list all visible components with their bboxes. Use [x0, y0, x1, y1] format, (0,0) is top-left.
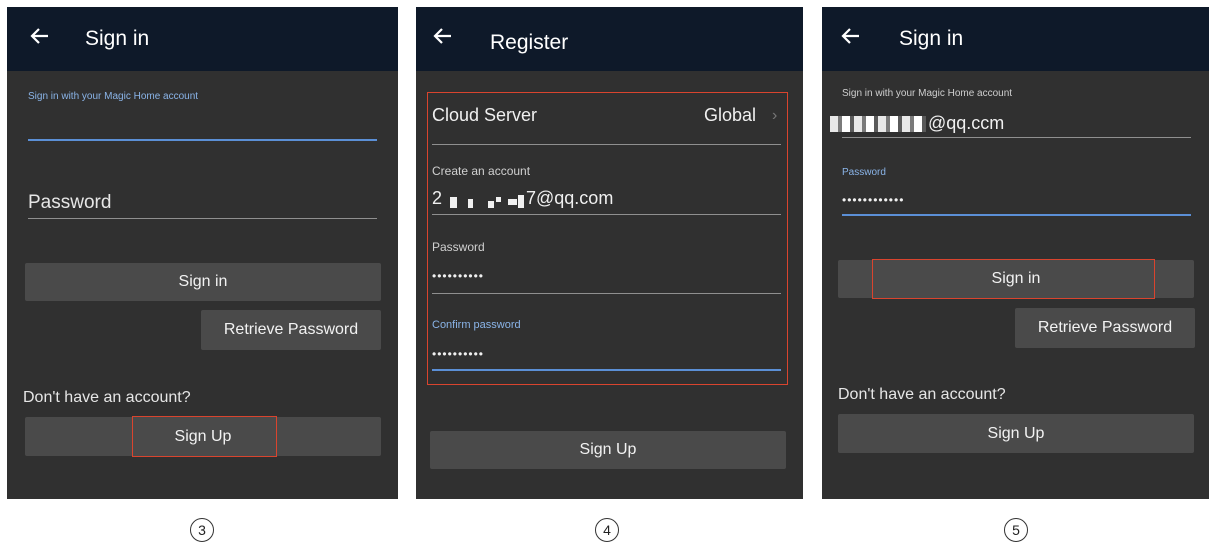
- password-input[interactable]: Password: [28, 192, 111, 214]
- confirm-password-input[interactable]: ••••••••••: [432, 347, 484, 361]
- redacted-mark: [450, 197, 457, 208]
- page-title: Register: [490, 31, 569, 54]
- app-bar: Sign in: [7, 7, 398, 71]
- account-input[interactable]: [28, 139, 377, 141]
- sign-in-screen-step5: Sign in Sign in with your Magic Home acc…: [822, 7, 1209, 499]
- redacted-mark: [508, 199, 517, 205]
- sign-up-highlight-box: [132, 416, 277, 457]
- back-arrow-icon[interactable]: [432, 25, 454, 47]
- sign-up-button[interactable]: Sign Up: [838, 414, 1194, 453]
- sign-in-screen-step3: Sign in Sign in with your Magic Home acc…: [7, 7, 398, 499]
- redacted-mark: [518, 195, 524, 208]
- password-label: Password: [432, 240, 485, 254]
- password-input[interactable]: ••••••••••: [432, 269, 484, 283]
- account-email-value[interactable]: @qq.ccm: [928, 113, 1004, 134]
- page-title: Sign in: [85, 27, 150, 50]
- cloud-server-underline: [432, 144, 781, 145]
- create-account-label: Create an account: [432, 164, 531, 178]
- sign-up-button[interactable]: Sign Up: [430, 431, 786, 469]
- redacted-account-prefix: [830, 116, 926, 132]
- retrieve-password-button[interactable]: Retrieve Password: [1015, 308, 1195, 348]
- password-underline: [842, 214, 1191, 216]
- retrieve-password-button[interactable]: Retrieve Password: [201, 310, 381, 350]
- register-screen-step4: Register Cloud Server Global › Create an…: [416, 7, 803, 499]
- account-underline: [432, 214, 781, 215]
- step-number-5: 5: [1004, 518, 1028, 542]
- account-prefix: 2: [432, 188, 443, 208]
- app-bar: Sign in: [822, 7, 1209, 71]
- back-arrow-icon[interactable]: [29, 25, 51, 47]
- sign-in-button[interactable]: Sign in: [25, 263, 381, 301]
- cloud-server-value[interactable]: Global: [704, 105, 756, 126]
- confirm-password-underline: [432, 369, 781, 371]
- step-number-4: 4: [595, 518, 619, 542]
- back-arrow-icon[interactable]: [840, 25, 862, 47]
- account-underline: [842, 137, 1191, 138]
- page-title: Sign in: [899, 27, 964, 50]
- app-bar: Register: [416, 7, 803, 71]
- step-number-3: 3: [190, 518, 214, 542]
- sign-in-highlight-box: [872, 259, 1155, 299]
- account-hint-label: Sign in with your Magic Home account: [842, 88, 1013, 99]
- account-hint-label: Sign in with your Magic Home account: [28, 91, 199, 102]
- cloud-server-label: Cloud Server: [432, 105, 538, 125]
- password-underline: [28, 218, 377, 219]
- no-account-text: Don't have an account?: [23, 389, 191, 406]
- no-account-text: Don't have an account?: [838, 386, 1006, 403]
- redacted-mark: [468, 199, 473, 208]
- redacted-mark: [496, 197, 501, 202]
- account-email-value[interactable]: 7@qq.com: [526, 188, 613, 209]
- redacted-mark: [488, 201, 494, 208]
- password-input[interactable]: ••••••••••••: [842, 193, 904, 207]
- password-underline: [432, 293, 781, 294]
- confirm-password-label: Confirm password: [432, 319, 521, 331]
- chevron-right-icon: ›: [772, 107, 778, 124]
- password-label: Password: [842, 167, 886, 178]
- register-form-highlight-box: [427, 92, 788, 385]
